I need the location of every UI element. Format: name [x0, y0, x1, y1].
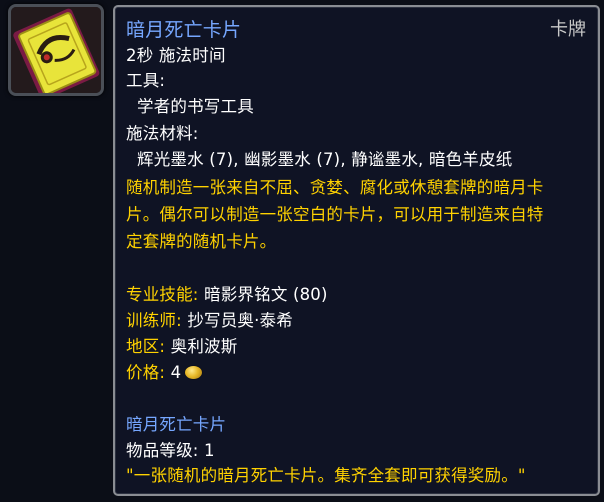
tools-label: 工具: [126, 71, 166, 90]
item-level: 物品等级: 1 [126, 441, 215, 460]
price-row: 价格: 4 [126, 362, 203, 384]
zone-row: 地区: 奥利波斯 [126, 336, 237, 358]
reagents-label: 施法材料: [126, 124, 199, 143]
skill-label: 专业技能: [126, 285, 199, 304]
description-line: 随机制造一张来自不屈、贪婪、腐化或休憩套牌的暗月卡 [126, 178, 544, 197]
price-value: 4 [170, 363, 182, 382]
item-tooltip: 暗月死亡卡片 卡牌 2秒 施法时间 工具: 学者的书写工具 施法材料: 辉光墨水… [113, 5, 600, 496]
description-line: 片。偶尔可以制造一张空白的卡片，可以用于制造来自特 [126, 205, 544, 224]
price-label: 价格: [126, 363, 166, 382]
item-type-label: 卡牌 [550, 19, 586, 40]
cast-time: 2秒 施法时间 [126, 46, 226, 65]
gold-coin-icon [185, 366, 203, 379]
tool-name: 学者的书写工具 [137, 97, 254, 116]
reagents-list: 辉光墨水 (7), 幽影墨水 (7), 静谧墨水, 暗色羊皮纸 [137, 150, 513, 169]
trainer-row: 训练师: 抄写员奥·泰希 [126, 310, 293, 332]
trainer-label: 训练师: [126, 311, 182, 330]
skill-value: 暗影界铭文 (80) [204, 285, 328, 304]
item-title: 暗月死亡卡片 [126, 19, 242, 41]
trainer-value: 抄写员奥·泰希 [187, 311, 293, 330]
result-item-name: 暗月死亡卡片 [126, 415, 227, 434]
skill-row: 专业技能: 暗影界铭文 (80) [126, 284, 328, 306]
description-line: 定套牌的随机卡片。 [126, 232, 277, 251]
darkmoon-card-icon [8, 4, 104, 96]
zone-label: 地区: [126, 337, 166, 356]
zone-value: 奥利波斯 [170, 337, 238, 356]
flavor-text: "一张随机的暗月死亡卡片。集齐全套即可获得奖励。" [126, 466, 526, 485]
